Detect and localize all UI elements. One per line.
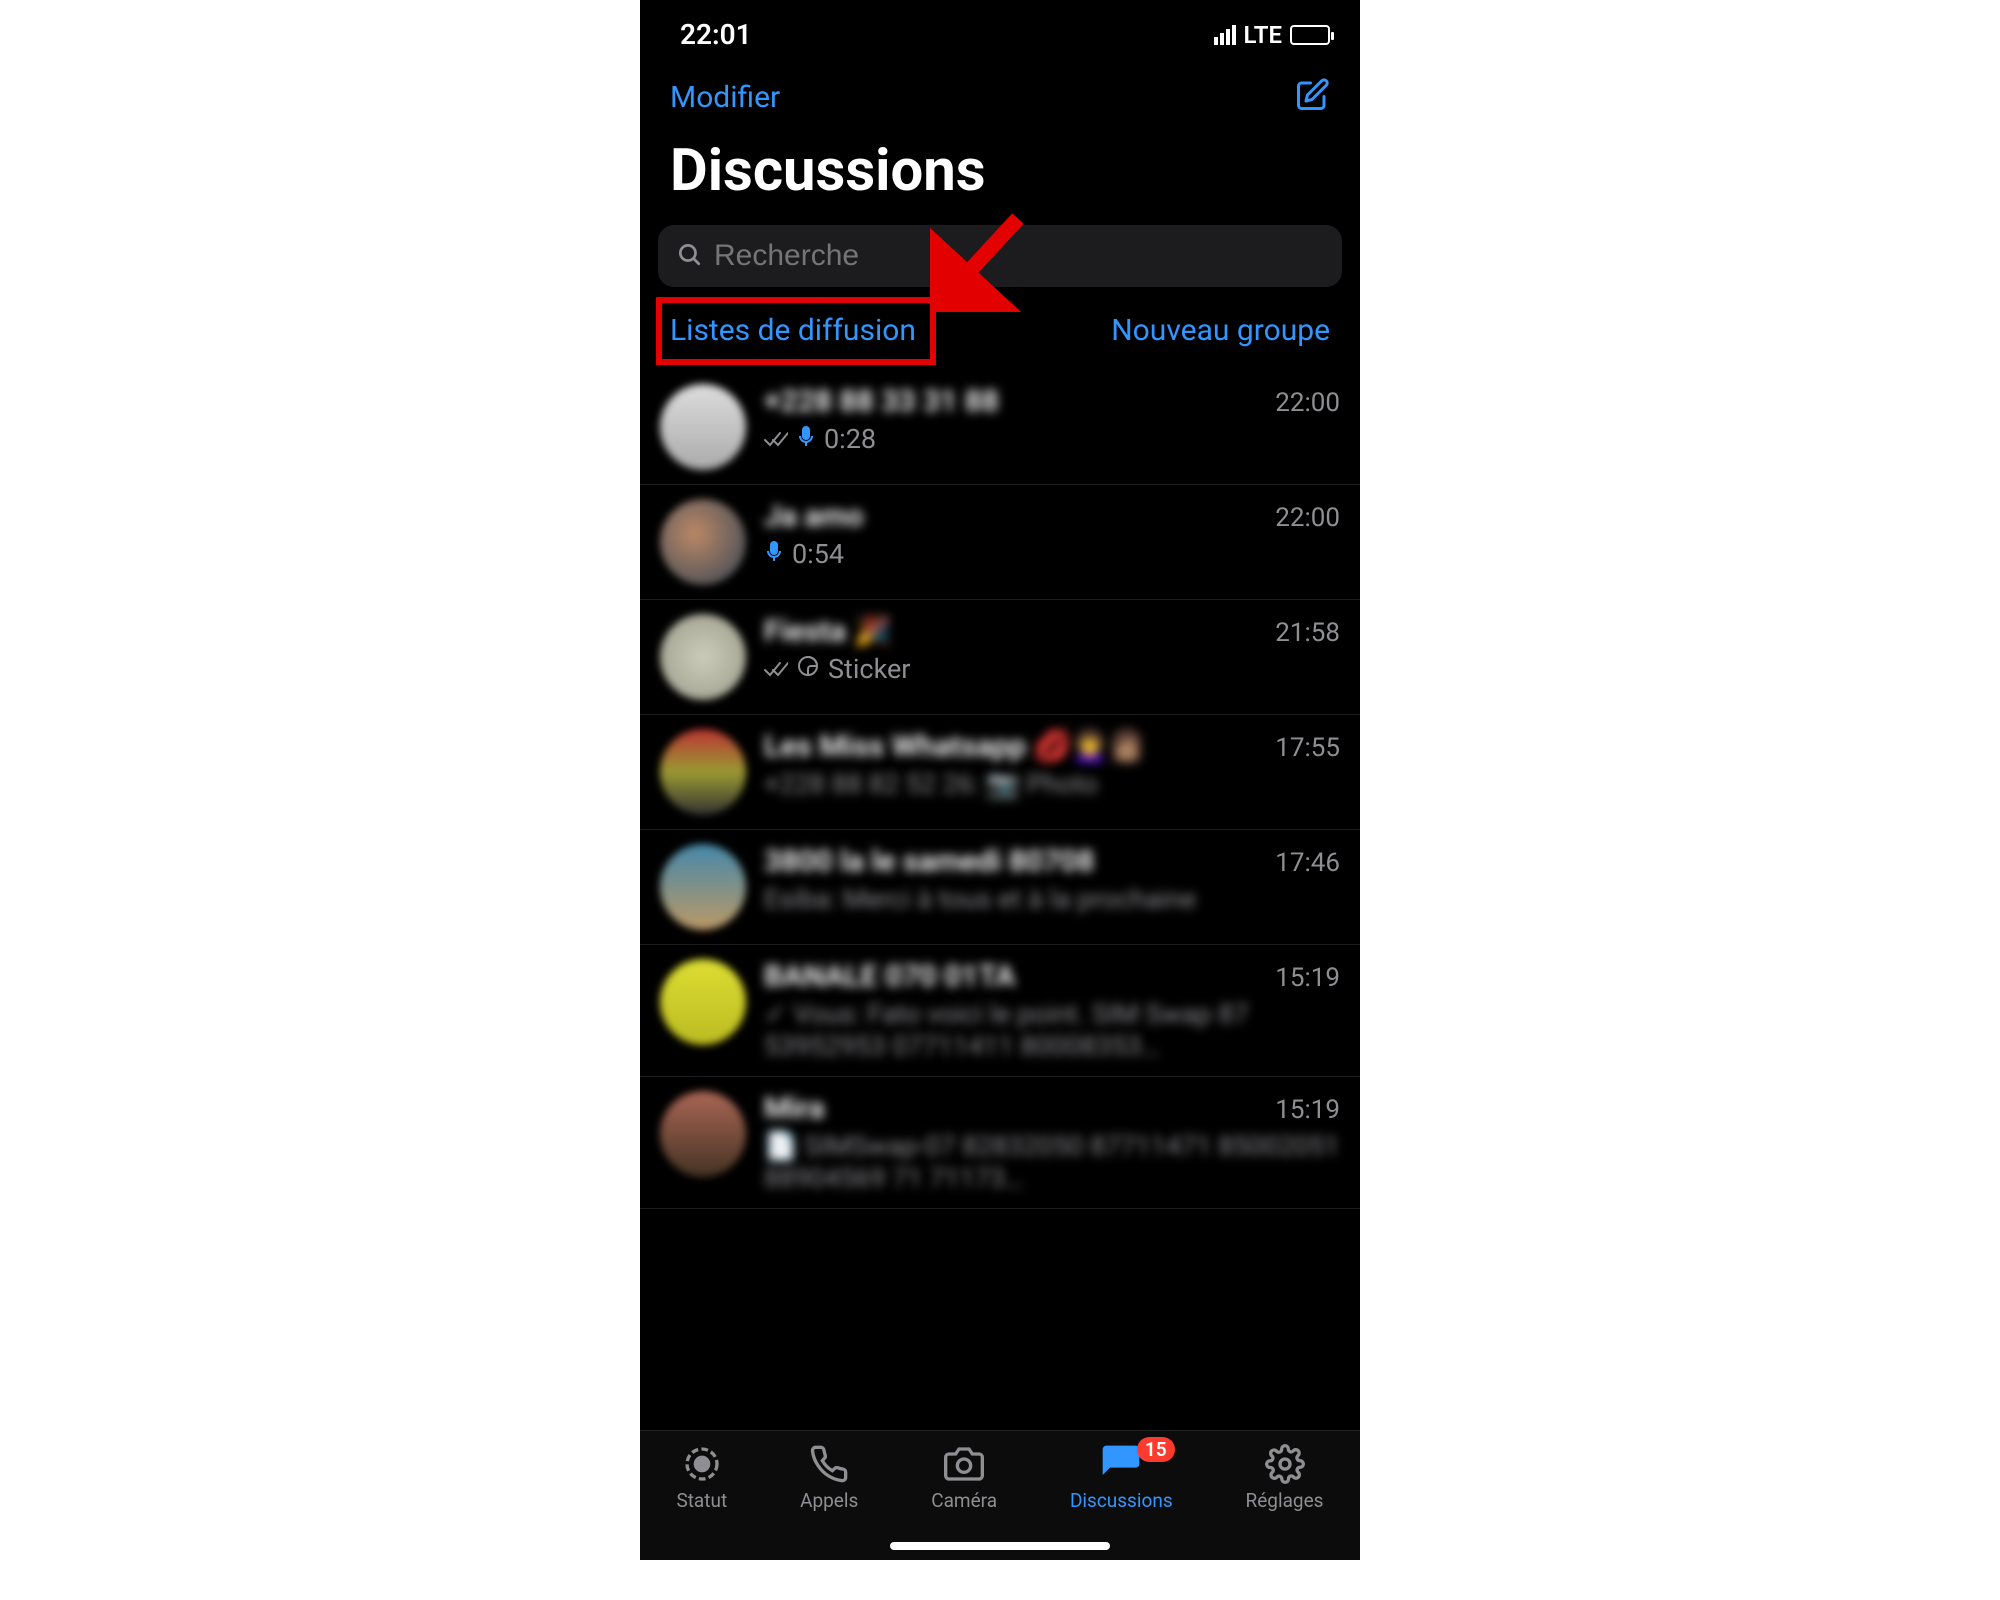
tab-bar: Statut Appels Caméra Discussions 15 Ré — [640, 1430, 1360, 1560]
chat-preview: Esiba: Merci à tous et à la prochaine — [764, 883, 1340, 915]
header-row: Modifier — [640, 59, 1360, 127]
read-check-icon — [764, 653, 788, 685]
broadcast-lists-button[interactable]: Listes de diffusion — [670, 313, 916, 348]
sublinks-row: Listes de diffusion Nouveau groupe — [640, 287, 1360, 370]
chat-name: BANALE 070 01TA — [764, 959, 1015, 994]
chat-preview: 0:54 — [764, 538, 1340, 570]
chat-list: +228 88 33 31 88 22:00 0:28 Ja a — [640, 370, 1360, 1209]
chat-row[interactable]: Mira 15:19 📄 SIMSwap-07 82832050 8771147… — [640, 1077, 1360, 1209]
avatar — [660, 729, 746, 815]
avatar — [660, 959, 746, 1045]
chat-time: 22:00 — [1275, 388, 1340, 418]
camera-icon — [944, 1443, 984, 1485]
chat-row[interactable]: +228 88 33 31 88 22:00 0:28 — [640, 370, 1360, 485]
chat-row[interactable]: BANALE 070 01TA 15:19 ✓ Vous: Fato voici… — [640, 945, 1360, 1077]
tab-calls[interactable]: Appels — [800, 1443, 858, 1512]
search-bar[interactable] — [658, 225, 1342, 287]
chat-preview: 0:28 — [764, 423, 1340, 455]
status-icon — [682, 1443, 722, 1485]
chat-preview-text: 📄 SIMSwap-07 82832050 87711471 85002051 … — [764, 1130, 1340, 1194]
edit-button[interactable]: Modifier — [670, 80, 780, 115]
chat-preview: Sticker — [764, 653, 1340, 685]
home-indicator[interactable] — [890, 1542, 1110, 1550]
chat-name: +228 88 33 31 88 — [764, 384, 999, 419]
chat-row[interactable]: Ja amo 22:00 0:54 — [640, 485, 1360, 600]
unread-badge: 15 — [1137, 1437, 1175, 1462]
gear-icon — [1265, 1443, 1305, 1485]
voice-duration: 0:54 — [792, 538, 844, 570]
tab-label: Discussions — [1070, 1489, 1173, 1512]
chat-time: 17:55 — [1275, 733, 1340, 763]
battery-icon — [1290, 25, 1330, 45]
avatar — [660, 1091, 746, 1177]
tab-chats[interactable]: Discussions 15 — [1070, 1443, 1173, 1512]
chat-row[interactable]: Fiesta 🎉 21:58 Sticker — [640, 600, 1360, 715]
phone-screen: 22:01 LTE Modifier Discussions — [640, 0, 1360, 1560]
network-label: LTE — [1244, 21, 1282, 49]
tab-status[interactable]: Statut — [676, 1443, 727, 1512]
new-group-button[interactable]: Nouveau groupe — [1111, 313, 1330, 348]
chat-time: 21:58 — [1275, 618, 1340, 648]
phone-icon — [809, 1443, 849, 1485]
mic-icon — [764, 538, 784, 570]
chat-name: Mira — [764, 1091, 824, 1126]
chat-time: 15:19 — [1275, 963, 1340, 993]
voice-duration: 0:28 — [824, 423, 876, 455]
chat-row[interactable]: 3800 la le samedi 80708 17:46 Esiba: Mer… — [640, 830, 1360, 945]
chat-time: 22:00 — [1275, 503, 1340, 533]
chat-time: 17:46 — [1275, 848, 1340, 878]
sticker-icon — [796, 653, 820, 685]
avatar — [660, 844, 746, 930]
avatar — [660, 499, 746, 585]
compose-icon[interactable] — [1294, 77, 1330, 117]
chat-row[interactable]: Les Miss Whatsapp 💋👩‍🦱👩🏽 17:55 +228 88 8… — [640, 715, 1360, 830]
chat-preview-text: Esiba: Merci à tous et à la prochaine — [764, 883, 1196, 915]
avatar — [660, 614, 746, 700]
status-time: 22:01 — [680, 18, 752, 51]
chat-time: 15:19 — [1275, 1095, 1340, 1125]
search-input[interactable] — [714, 239, 1324, 273]
status-bar: 22:01 LTE — [640, 0, 1360, 59]
search-icon — [676, 241, 702, 271]
chat-name: Les Miss Whatsapp 💋👩‍🦱👩🏽 — [764, 729, 1146, 764]
mic-icon — [796, 423, 816, 455]
chat-name: 3800 la le samedi 80708 — [764, 844, 1094, 879]
chat-preview-text: +228 88 82 52 26: 📷 Photo — [764, 768, 1098, 800]
tab-settings[interactable]: Réglages — [1246, 1443, 1324, 1512]
tab-label: Appels — [800, 1489, 858, 1512]
tab-label: Statut — [676, 1489, 727, 1512]
avatar — [660, 384, 746, 470]
chat-name: Ja amo — [764, 499, 863, 534]
tab-label: Caméra — [931, 1489, 997, 1512]
tab-camera[interactable]: Caméra — [931, 1443, 997, 1512]
chat-preview: 📄 SIMSwap-07 82832050 87711471 85002051 … — [764, 1130, 1340, 1194]
chat-preview: ✓ Vous: Fato voici le point. SIM Swap 87… — [764, 998, 1340, 1062]
chat-preview-text: ✓ Vous: Fato voici le point. SIM Swap 87… — [764, 998, 1340, 1062]
read-check-icon — [764, 423, 788, 455]
tab-label: Réglages — [1246, 1489, 1324, 1512]
chat-preview: +228 88 82 52 26: 📷 Photo — [764, 768, 1340, 800]
page-title: Discussions — [640, 127, 1360, 225]
sticker-label: Sticker — [828, 653, 910, 685]
signal-icon — [1214, 25, 1236, 45]
chat-name: Fiesta 🎉 — [764, 614, 891, 649]
